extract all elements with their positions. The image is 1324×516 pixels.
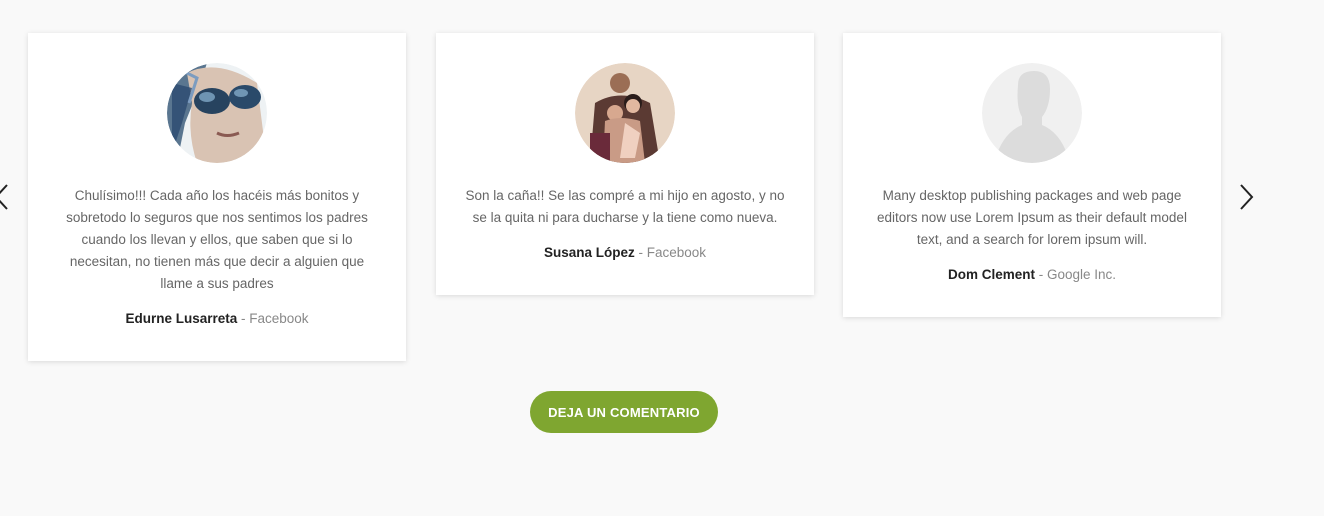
testimonial-author: Susana López - Facebook (464, 242, 786, 264)
testimonial-quote: Many desktop publishing packages and web… (877, 188, 1187, 247)
testimonial-author: Edurne Lusarreta - Facebook (56, 308, 378, 330)
avatar-family-photo-icon (575, 63, 675, 163)
author-source: - Facebook (634, 245, 707, 260)
testimonial-quote: Son la caña!! Se las compré a mi hijo en… (465, 188, 785, 225)
avatar (575, 63, 675, 163)
avatar (167, 63, 267, 163)
author-name: Edurne Lusarreta (125, 311, 238, 326)
testimonial-card: Son la caña!! Se las compré a mi hijo en… (436, 33, 814, 295)
testimonial-card: Many desktop publishing packages and web… (843, 33, 1221, 317)
testimonial-author: Dom Clement - Google Inc. (871, 264, 1193, 286)
carousel-next-button[interactable] (1234, 180, 1256, 214)
avatar (982, 63, 1082, 163)
leave-comment-button[interactable]: DEJA UN COMENTARIO (530, 391, 718, 433)
author-source: - Google Inc. (1034, 267, 1117, 282)
testimonial-card: Chulísimo!!! Cada año los hacéis más bon… (28, 33, 406, 361)
testimonial-quote: Chulísimo!!! Cada año los hacéis más bon… (66, 188, 368, 291)
carousel-prev-button[interactable] (0, 180, 14, 214)
avatar-placeholder-silhouette-icon (982, 63, 1082, 163)
author-name: Susana López (543, 245, 635, 260)
testimonials-section: Chulísimo!!! Cada año los hacéis más bon… (0, 0, 1324, 516)
author-name: Dom Clement (947, 267, 1035, 282)
chevron-left-icon (0, 184, 8, 210)
chevron-right-icon (1240, 184, 1254, 210)
author-source: - Facebook (237, 311, 309, 326)
avatar-woman-sunglasses-icon (167, 63, 267, 163)
